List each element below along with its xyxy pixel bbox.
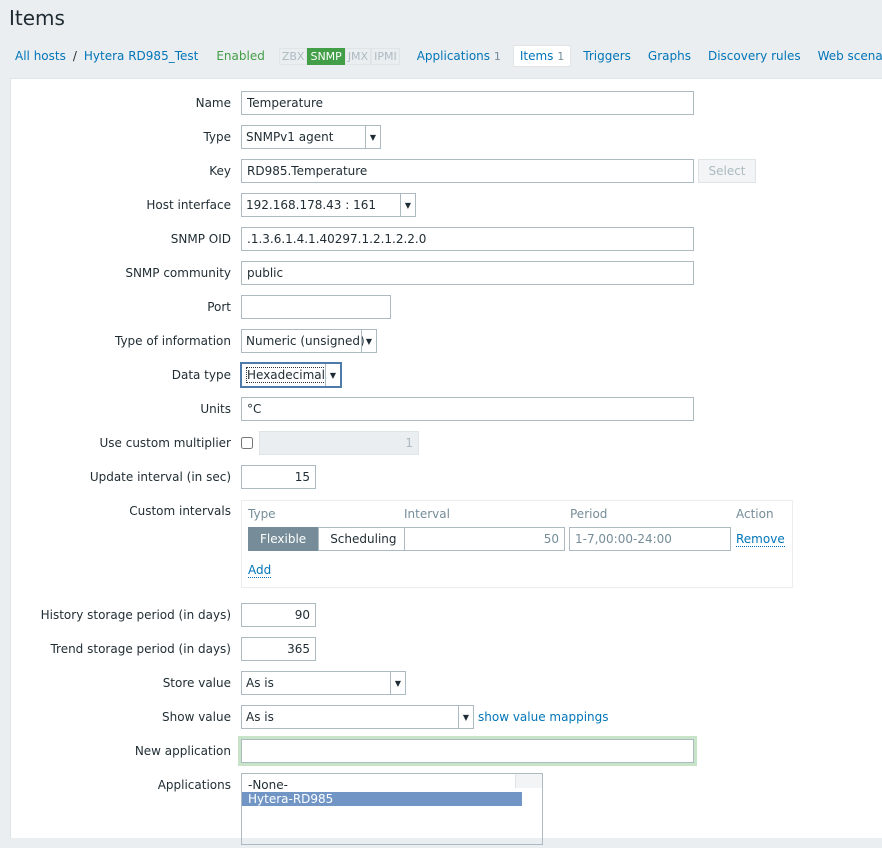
applications-list[interactable]: -None- Hytera-RD985 bbox=[241, 773, 543, 845]
show-value-mappings-link[interactable]: show value mappings bbox=[478, 710, 609, 724]
data-type-label: Data type bbox=[172, 368, 231, 382]
snmp-oid-label: SNMP OID bbox=[171, 232, 231, 246]
scheduling-toggle[interactable]: Scheduling bbox=[318, 527, 408, 551]
breadcrumb-nav: All hosts/ Hytera RD985_Test Enabled ZBX… bbox=[15, 44, 882, 68]
chevron-down-icon: ▼ bbox=[365, 126, 380, 148]
type-info-select[interactable]: Numeric (unsigned)▼ bbox=[241, 329, 377, 353]
multiplier-label: Use custom multiplier bbox=[99, 436, 231, 450]
snmp-community-input[interactable] bbox=[241, 261, 694, 285]
tab-discovery-rules[interactable]: Discovery rules bbox=[708, 49, 801, 63]
tab-applications[interactable]: Applications 1 bbox=[417, 49, 501, 63]
type-select[interactable]: SNMPv1 agent▼ bbox=[241, 125, 381, 149]
item-form: Name Type SNMPv1 agent▼ Key Select Host … bbox=[10, 78, 882, 838]
custom-intervals-label: Custom intervals bbox=[129, 504, 231, 518]
snmp-community-label: SNMP community bbox=[125, 266, 231, 280]
applications-label: Applications bbox=[158, 778, 231, 792]
header-interval: Interval bbox=[404, 507, 450, 521]
history-input[interactable] bbox=[241, 603, 316, 627]
header-period: Period bbox=[570, 507, 607, 521]
units-label: Units bbox=[200, 402, 231, 416]
all-hosts-link[interactable]: All hosts bbox=[15, 49, 66, 63]
custom-intervals-table: Type Interval Period Action FlexibleSche… bbox=[241, 500, 793, 588]
chevron-down-icon: ▼ bbox=[325, 364, 340, 386]
key-input[interactable] bbox=[241, 159, 694, 183]
new-application-label: New application bbox=[135, 744, 231, 758]
add-link[interactable]: Add bbox=[248, 563, 271, 578]
list-item[interactable]: Hytera-RD985 bbox=[242, 792, 522, 806]
store-value-label: Store value bbox=[163, 676, 231, 690]
multiplier-checkbox[interactable] bbox=[241, 437, 253, 449]
host-link[interactable]: Hytera RD985_Test bbox=[84, 49, 198, 63]
name-input[interactable] bbox=[241, 91, 694, 115]
page-title: Items bbox=[9, 6, 65, 30]
store-value-select[interactable]: As is▼ bbox=[241, 671, 406, 695]
list-item[interactable]: -None- bbox=[242, 778, 542, 792]
history-label: History storage period (in days) bbox=[41, 608, 231, 622]
port-label: Port bbox=[207, 300, 231, 314]
chevron-down-icon: ▼ bbox=[361, 330, 376, 352]
header-type: Type bbox=[248, 507, 276, 521]
chevron-down-icon: ▼ bbox=[400, 194, 415, 216]
port-input[interactable] bbox=[241, 295, 391, 319]
multiplier-input[interactable] bbox=[259, 431, 419, 455]
host-interface-select[interactable]: 192.168.178.43 : 161▼ bbox=[241, 193, 416, 217]
status-enabled[interactable]: Enabled bbox=[216, 49, 265, 63]
show-value-select[interactable]: As is▼ bbox=[241, 705, 474, 729]
remove-link[interactable]: Remove bbox=[736, 532, 785, 547]
interval-input[interactable] bbox=[404, 527, 565, 551]
chevron-down-icon: ▼ bbox=[390, 672, 405, 694]
tab-graphs[interactable]: Graphs bbox=[648, 49, 691, 63]
update-interval-input[interactable] bbox=[241, 465, 316, 489]
flexible-toggle[interactable]: Flexible bbox=[248, 527, 318, 551]
tab-items[interactable]: Items 1 bbox=[513, 45, 571, 67]
badge-jmx: JMX bbox=[345, 48, 371, 65]
trend-input[interactable] bbox=[241, 637, 316, 661]
new-application-input[interactable] bbox=[241, 739, 694, 763]
key-label: Key bbox=[209, 164, 231, 178]
type-info-label: Type of information bbox=[115, 334, 231, 348]
show-value-label: Show value bbox=[162, 710, 231, 724]
type-label: Type bbox=[203, 130, 231, 144]
units-input[interactable] bbox=[241, 397, 694, 421]
scrollbar[interactable] bbox=[515, 774, 542, 788]
host-interface-label: Host interface bbox=[146, 198, 231, 212]
badge-zbx: ZBX bbox=[279, 48, 308, 65]
badge-snmp: SNMP bbox=[307, 48, 344, 65]
chevron-down-icon: ▼ bbox=[458, 706, 473, 728]
update-interval-label: Update interval (in sec) bbox=[90, 470, 231, 484]
tab-triggers[interactable]: Triggers bbox=[583, 49, 631, 63]
header-action: Action bbox=[736, 507, 774, 521]
period-input[interactable] bbox=[569, 527, 731, 551]
badge-ipmi: IPMI bbox=[371, 48, 400, 65]
snmp-oid-input[interactable] bbox=[241, 227, 694, 251]
trend-label: Trend storage period (in days) bbox=[50, 642, 231, 656]
name-label: Name bbox=[196, 96, 231, 110]
select-button[interactable]: Select bbox=[698, 159, 756, 183]
data-type-select[interactable]: Hexadecimal▼ bbox=[241, 363, 341, 387]
tab-web-scenarios[interactable]: Web scenarios bbox=[818, 49, 882, 63]
